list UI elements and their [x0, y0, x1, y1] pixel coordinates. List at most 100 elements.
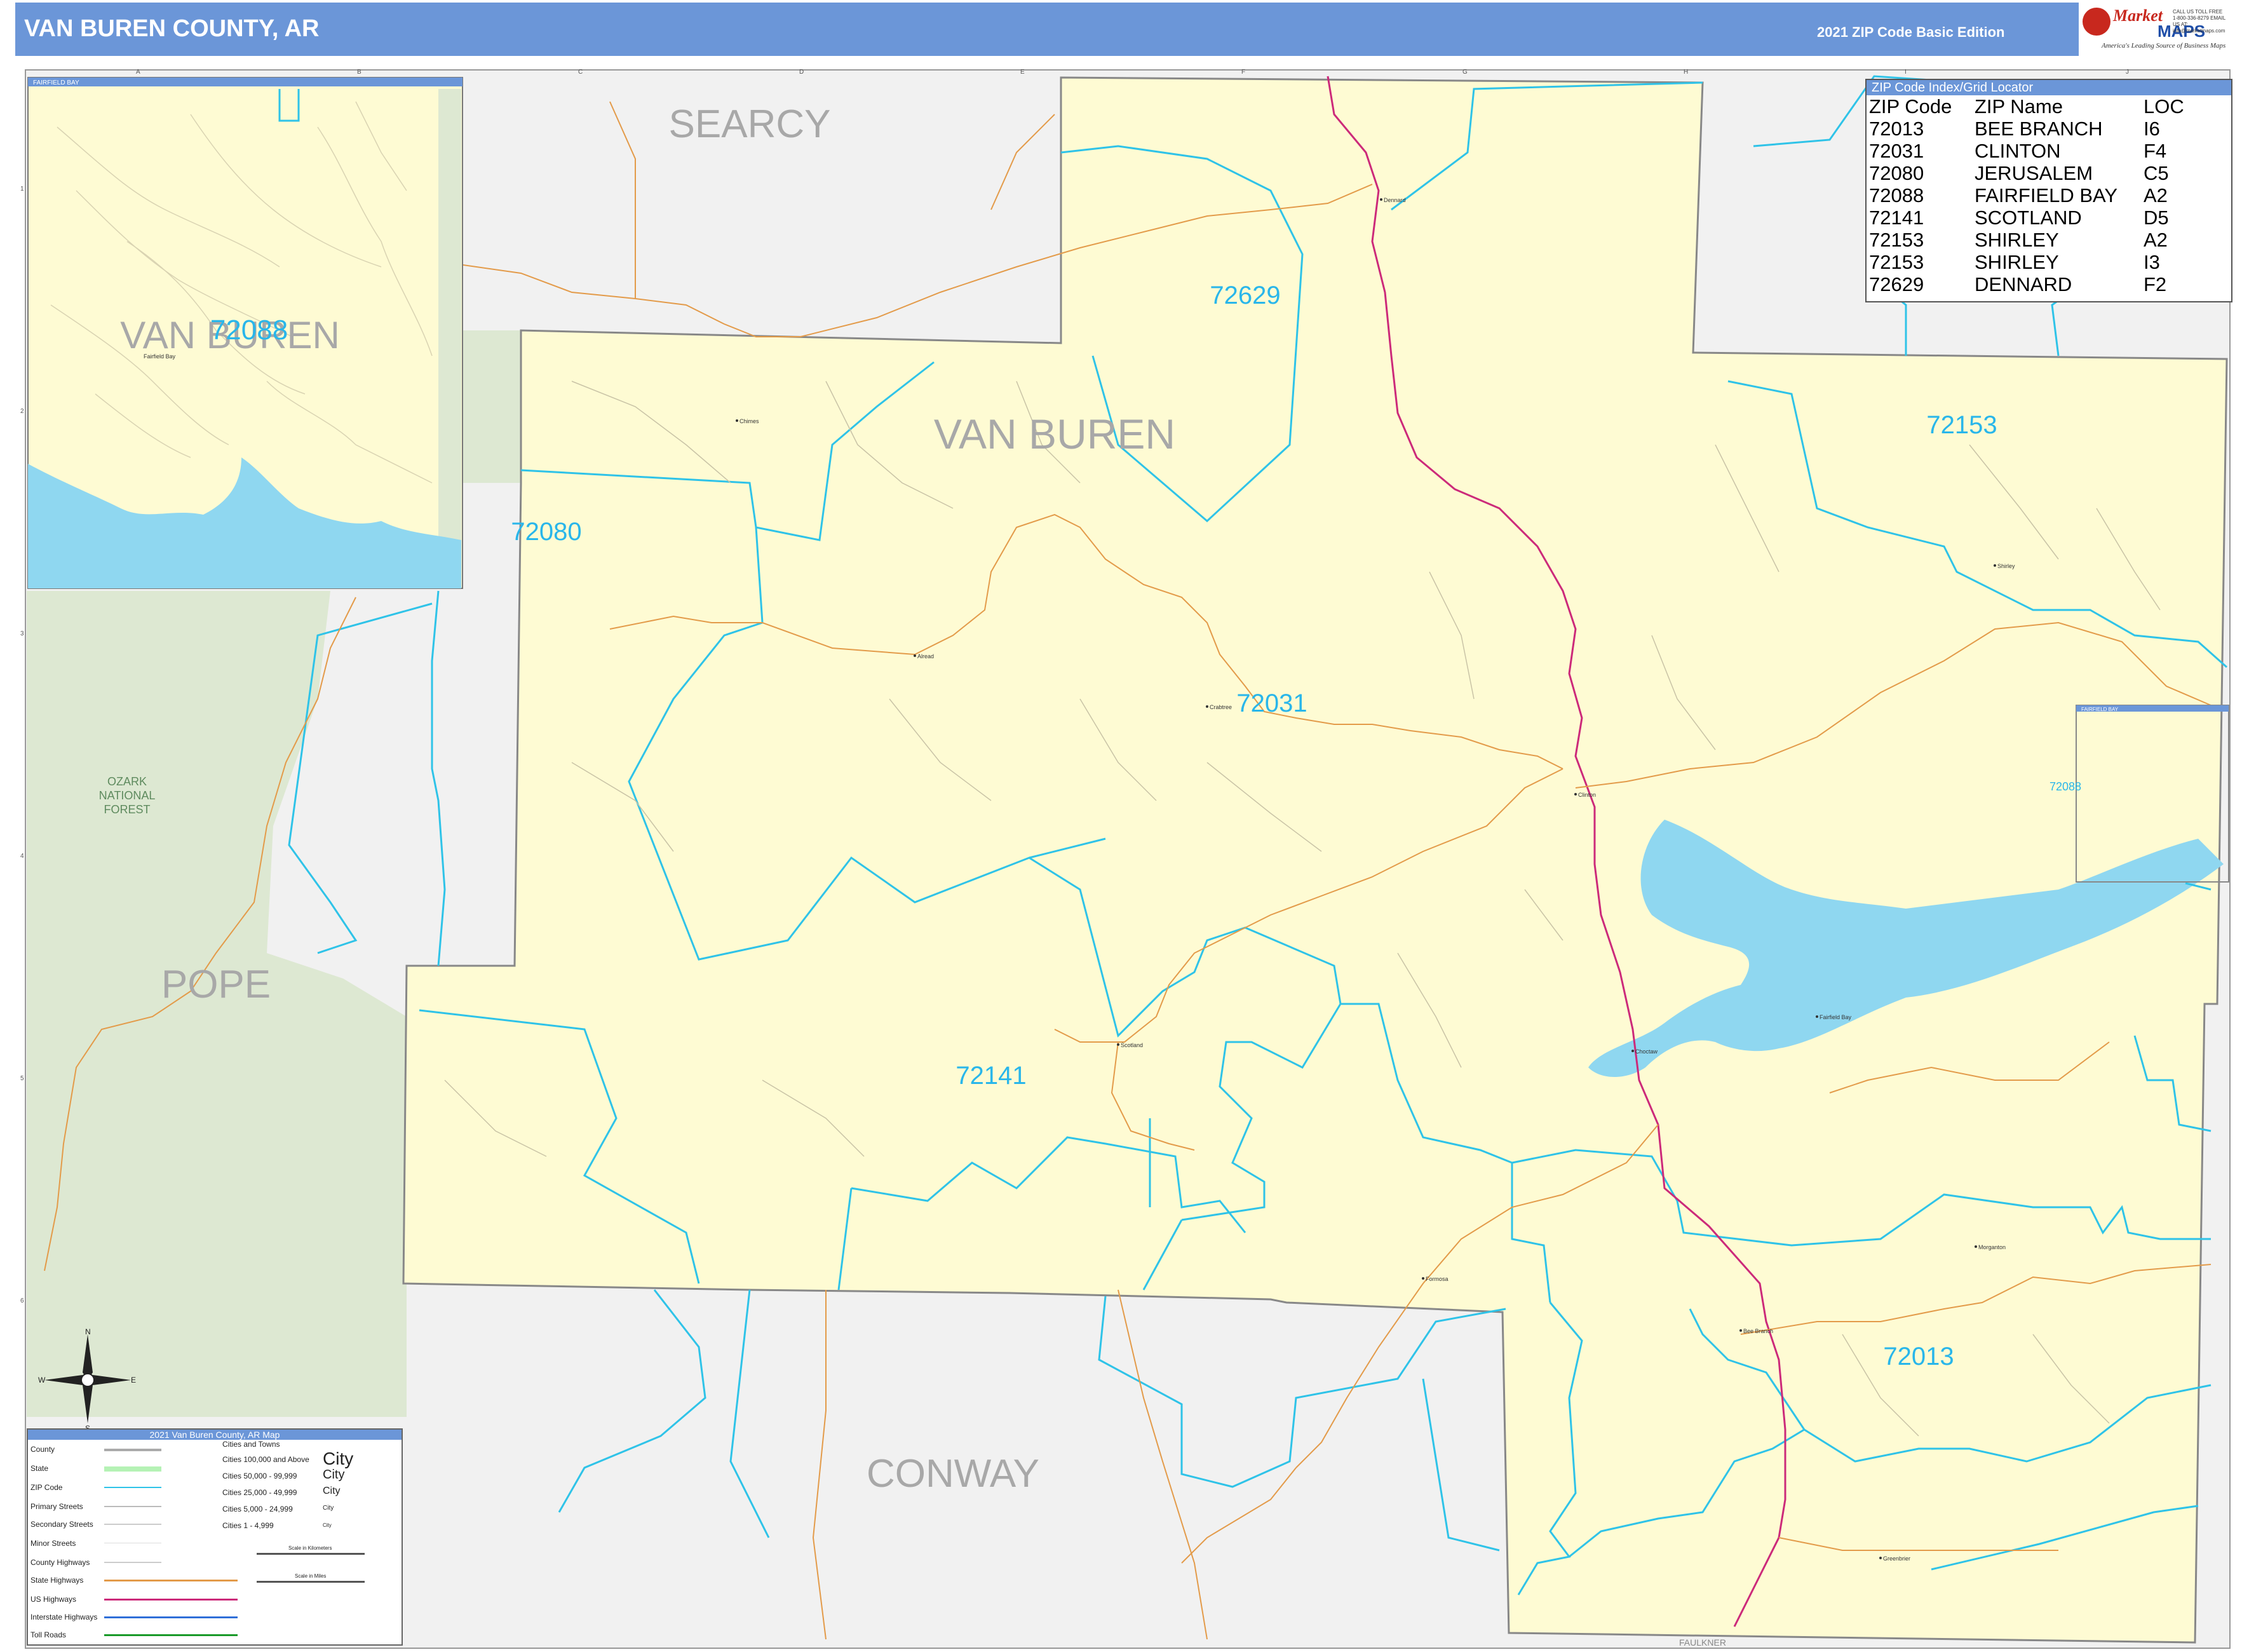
legend-item: County Highways — [30, 1558, 90, 1567]
grid-col-j: J — [2126, 69, 2129, 76]
town-bee-branch: Bee Branch — [1743, 1328, 1773, 1334]
legend-city-sample: City — [323, 1468, 345, 1482]
zip-code-cell: 72629 — [1869, 273, 1924, 295]
town-morganton: Morganton — [1978, 1244, 2006, 1250]
town-chimes: Chimes — [739, 418, 759, 424]
grid-col-d: D — [799, 69, 804, 76]
legend-swatch — [104, 1580, 238, 1581]
grid-row-1: 1 — [20, 186, 24, 193]
legend-swatch — [104, 1506, 161, 1507]
legend-scale-bar — [257, 1553, 365, 1555]
zip-code-cell: 72141 — [1869, 207, 1924, 229]
legend-item: US Highways — [30, 1595, 77, 1604]
zip-loc-cell: F4 — [2144, 140, 2167, 162]
inset-town-label: Fairfield Bay — [144, 353, 176, 360]
town-greenbrier: Greenbrier — [1883, 1555, 1910, 1562]
legend-scale-bar — [257, 1581, 365, 1583]
zip-loc-cell: I6 — [2144, 118, 2160, 140]
legend-city-class: Cities 50,000 - 99,999 — [222, 1472, 297, 1480]
legend-item: Minor Streets — [30, 1539, 76, 1548]
legend-item: Interstate Highways — [30, 1613, 98, 1622]
forest-patch — [457, 330, 521, 483]
forest-label-line3: FOREST — [104, 803, 150, 816]
grid-col-b: B — [357, 69, 361, 76]
town-shirley: Shirley — [1997, 563, 2015, 569]
legend-item: Primary Streets — [30, 1502, 83, 1511]
legend-city-class: Cities 5,000 - 24,999 — [222, 1505, 293, 1513]
zip-index-header: ZIP Name — [1975, 95, 2063, 118]
table-row: 72088 FAIRFIELD BAY A2 — [1869, 184, 2184, 207]
zip-code-cell: 72080 — [1869, 162, 1924, 184]
grid-col-i: I — [1905, 69, 1907, 76]
legend-city-sample: City — [323, 1449, 354, 1468]
zip-code-cell: 72031 — [1869, 140, 1924, 162]
zip-label-72013: 72013 — [1883, 1343, 1954, 1371]
compass-w: W — [38, 1376, 46, 1385]
compass-n: N — [85, 1327, 91, 1336]
town-clinton: Clinton — [1578, 792, 1596, 798]
table-row: 72153 SHIRLEY I3 — [1869, 251, 2184, 273]
zip-loc-cell: I3 — [2144, 251, 2160, 273]
legend-city-sample: City — [323, 1522, 332, 1528]
zip-index-title: ZIP Code Index/Grid Locator — [1867, 80, 2231, 95]
legend-scale-mi: Scale in Miles — [295, 1573, 327, 1579]
table-row: 72013 BEE BRANCH I6 — [1869, 118, 2184, 140]
legend-item: Secondary Streets — [30, 1520, 93, 1529]
county-label-van-buren: VAN BUREN — [934, 410, 1175, 457]
legend-item: County — [30, 1445, 55, 1454]
table-row: 72141 SCOTLAND D5 — [1869, 207, 2184, 229]
table-row: 72031 CLINTON F4 — [1869, 140, 2184, 162]
zip-code-cell: 72013 — [1869, 118, 1924, 140]
town-choctaw: Choctaw — [1635, 1048, 1658, 1055]
legend-city-sample: City — [323, 1486, 341, 1496]
legend-swatch — [104, 1599, 238, 1601]
county-label-faulkner: FAULKNER — [1679, 1637, 1726, 1648]
zip-label-72629: 72629 — [1210, 281, 1280, 309]
legend-cities-title: Cities and Towns — [222, 1440, 280, 1449]
legend-swatch — [104, 1634, 238, 1636]
zip-name-cell: CLINTON — [1975, 140, 2061, 162]
zip-label-72031: 72031 — [1236, 689, 1307, 717]
town-dennard: Dennard — [1384, 197, 1406, 203]
county-label-searcy: SEARCY — [669, 102, 831, 146]
zip-code-cell: 72153 — [1869, 229, 1924, 251]
inset-title: FAIRFIELD BAY — [33, 79, 79, 86]
legend-swatch — [104, 1524, 161, 1525]
grid-col-a: A — [136, 69, 140, 76]
legend-item: State Highways — [30, 1576, 84, 1585]
legend-item: State — [30, 1464, 49, 1473]
legend-scale-km: Scale in Kilometers — [288, 1545, 332, 1551]
grid-row-2: 2 — [20, 408, 24, 415]
grid-row-6: 6 — [20, 1297, 24, 1304]
legend-city-class: Cities 25,000 - 49,999 — [222, 1488, 297, 1497]
grid-row-5: 5 — [20, 1075, 24, 1082]
zip-loc-cell: F2 — [2144, 273, 2167, 295]
compass-e: E — [131, 1376, 136, 1385]
legend-item: ZIP Code — [30, 1483, 63, 1492]
zip-name-cell: SHIRLEY — [1975, 251, 2059, 273]
legend-swatch — [104, 1562, 161, 1563]
zip-loc-cell: A2 — [2144, 229, 2168, 251]
table-row: 72629 DENNARD F2 — [1869, 273, 2184, 295]
inset-zip-72088: 72088 — [210, 315, 288, 346]
fairfield-bay-inset: FAIRFIELD BAY VAN BUREN 72088 Fairfield … — [27, 77, 463, 589]
grid-col-c: C — [578, 69, 583, 76]
grid-col-e: E — [1020, 69, 1025, 76]
table-row: 72153 SHIRLEY A2 — [1869, 229, 2184, 251]
zip-label-72080: 72080 — [511, 518, 581, 546]
forest-label-line1: OZARK — [107, 775, 147, 788]
small-inset-zip: 72088 — [2050, 780, 2081, 793]
table-row: 72080 JERUSALEM C5 — [1869, 162, 2184, 184]
zip-index-header: LOC — [2144, 95, 2184, 118]
zip-index-header: ZIP Code — [1869, 95, 1952, 118]
zip-label-72141: 72141 — [956, 1062, 1026, 1090]
legend-title: 2021 Van Buren County, AR Map — [28, 1430, 402, 1440]
zip-loc-cell: C5 — [2144, 162, 2169, 184]
grid-col-g: G — [1462, 69, 1468, 76]
zip-label-72153: 72153 — [1926, 411, 1997, 439]
zip-index-header-row: ZIP Code ZIP Name LOC — [1869, 95, 2184, 118]
legend-swatch — [104, 1487, 161, 1488]
grid-row-3: 3 — [20, 630, 24, 637]
zip-loc-cell: D5 — [2144, 207, 2169, 229]
forest-label-line2: NATIONAL — [99, 789, 156, 802]
